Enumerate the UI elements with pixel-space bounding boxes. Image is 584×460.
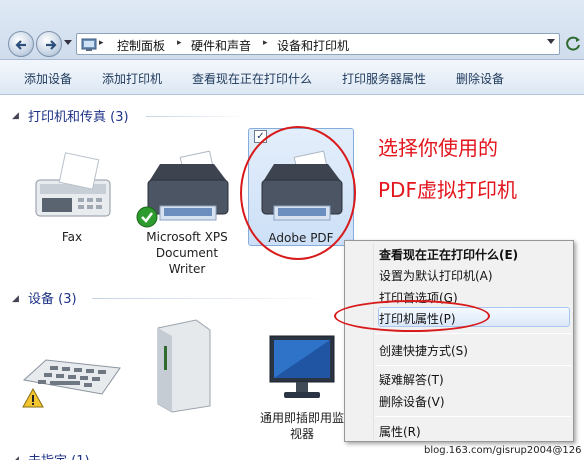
unspecified-group-header[interactable]: 未指定 (1) [28,450,90,460]
back-arrow-icon [15,40,26,50]
menu-separator [375,333,571,334]
collapse-triangle-icon[interactable]: ◢ [12,455,19,460]
collapse-triangle-icon[interactable]: ◢ [12,111,19,121]
fax-icon [35,152,111,217]
menu-separator [375,416,571,417]
menu-item-troubleshoot[interactable]: 疑难解答(T) [379,371,444,388]
device-external-drive[interactable] [150,318,220,414]
recent-pages-chevron-icon[interactable] [64,40,72,46]
menu-item-set-default-printer[interactable]: 设置为默认打印机(A) [379,267,493,284]
device-label-line1: 通用即插即用监 [259,411,344,425]
remove-device-button[interactable]: 删除设备 [456,70,504,87]
annotation-circle [240,126,356,260]
devices-group-header[interactable]: 设备 (3) [28,288,77,307]
device-label-line3: Writer [168,262,206,276]
device-keyboard[interactable] [16,340,126,410]
breadcrumb-separator-icon[interactable]: ▸ [177,38,182,48]
default-printer-check-icon [136,206,158,228]
monitor-icon [269,335,335,398]
menu-gutter [373,243,374,439]
breadcrumb-separator-icon[interactable]: ▸ [99,38,104,48]
breadcrumb-hardware-sound[interactable]: 硬件和声音 [191,37,251,54]
address-bar[interactable]: ▸ 控制面板 ▸ 硬件和声音 ▸ 设备和打印机 [76,33,560,55]
collapse-triangle-icon[interactable]: ◢ [12,294,19,304]
menu-item-properties[interactable]: 属性(R) [379,423,421,440]
command-bar: 添加设备 添加打印机 查看现在正在打印什么 打印服务器属性 删除设备 [0,60,584,95]
context-menu: 查看现在正在打印什么(E) 设置为默认打印机(A) 打印首选项(G) 打印机属性… [344,240,574,442]
refresh-icon[interactable] [564,34,584,54]
menu-item-create-shortcut[interactable]: 创建快捷方式(S) [379,342,468,359]
annotation-line1: 选择你使用的 [378,136,498,160]
address-dropdown-chevron-icon[interactable] [547,39,555,45]
print-server-properties-button[interactable]: 打印服务器属性 [342,70,426,87]
device-microsoft-xps[interactable]: Microsoft XPS Document Writer [134,150,240,276]
group-divider [146,116,246,117]
add-device-button[interactable]: 添加设备 [24,70,72,87]
annotation-menu-circle [334,300,490,332]
menu-separator [375,365,571,366]
back-button[interactable] [8,31,34,57]
device-label-line2: Document [155,246,219,260]
breadcrumb-control-panel[interactable]: 控制面板 [117,37,165,54]
control-panel-icon [81,38,97,51]
external-drive-icon [157,319,211,413]
forward-button[interactable] [36,31,62,57]
device-monitor[interactable]: 通用即插即用监 视器 [254,330,350,442]
menu-item-remove-device[interactable]: 删除设备(V) [379,393,445,410]
add-printer-button[interactable]: 添加打印机 [102,70,162,87]
device-label-line1: Microsoft XPS [146,230,228,244]
breadcrumb-devices-printers[interactable]: 设备和打印机 [277,37,349,54]
group-divider [92,298,332,299]
device-fax[interactable]: Fax [22,150,122,250]
warning-icon [22,388,44,408]
annotation-line2: PDF虚拟打印机 [378,178,517,202]
address-toolbar: ▸ 控制面板 ▸ 硬件和声音 ▸ 设备和打印机 [0,0,584,60]
device-label-line2: 视器 [289,427,314,441]
breadcrumb-separator-icon[interactable]: ▸ [263,38,268,48]
printers-group-header[interactable]: 打印机和传真 (3) [28,106,129,125]
menu-item-see-whats-printing[interactable]: 查看现在正在打印什么(E) [379,246,518,263]
watermark-text: blog.163.com/gisrup2004@126 [424,445,582,456]
forward-arrow-icon [46,40,57,50]
see-whats-printing-button[interactable]: 查看现在正在打印什么 [192,70,312,87]
device-label: Fax [61,230,83,244]
